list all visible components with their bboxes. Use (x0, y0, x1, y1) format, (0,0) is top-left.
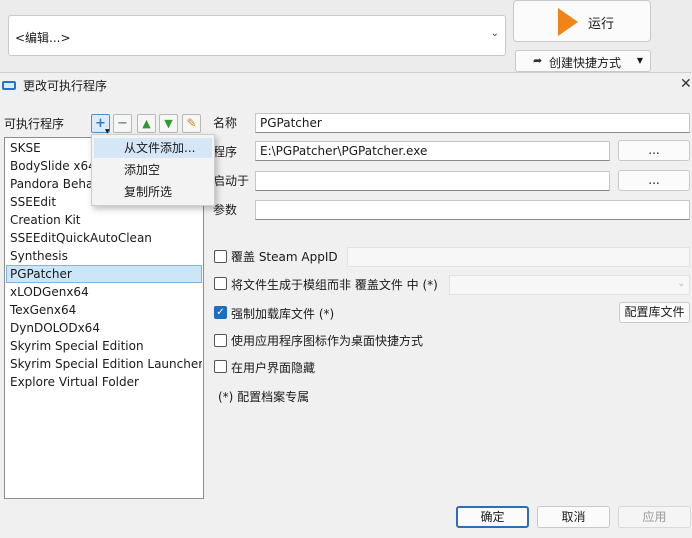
list-item-selected[interactable]: PGPatcher (6, 265, 202, 283)
dropdown-arrow-icon[interactable]: ▼ (637, 56, 643, 65)
broom-icon: ✎ (186, 116, 197, 130)
checkmark-icon: ✓ (216, 307, 225, 318)
configure-libraries-button[interactable]: 配置库文件 (619, 302, 690, 323)
list-item[interactable]: Skyrim Special Edition Launcher (6, 355, 202, 373)
binary-input[interactable]: E:\PGPatcher\PGPatcher.exe (255, 141, 610, 161)
shortcut-arrow-icon: ➦ (533, 54, 543, 67)
cancel-button[interactable]: 取消 (537, 506, 610, 528)
start-in-label: 启动于 (213, 174, 250, 188)
close-icon[interactable]: ✕ (680, 76, 692, 92)
move-up-button[interactable]: ▲ (137, 114, 156, 133)
chevron-down-icon: ⌄ (490, 28, 499, 39)
remove-button[interactable]: − (113, 114, 132, 133)
force-load-libraries-checkbox[interactable]: ✓ (214, 306, 227, 319)
hide-in-ui-label: 在用户界面隐藏 (231, 361, 316, 375)
menu-item-clone-selected[interactable]: 复制所选 (94, 182, 212, 202)
browse-start-in-button[interactable]: ... (618, 170, 690, 191)
browse-binary-button[interactable]: ... (618, 140, 690, 161)
binary-label: 程序 (213, 145, 238, 159)
executable-select-value: <编辑...> (15, 31, 71, 45)
title-input[interactable]: PGPatcher (255, 113, 690, 133)
list-item[interactable]: Synthesis (6, 247, 202, 265)
create-files-in-mod-checkbox[interactable] (214, 277, 227, 290)
move-down-button[interactable]: ▼ (159, 114, 178, 133)
apply-button[interactable]: 应用 (618, 506, 691, 528)
play-icon (558, 8, 578, 36)
use-app-icon-label: 使用应用程序图标作为桌面快捷方式 (231, 334, 424, 348)
list-item[interactable]: TexGenx64 (6, 301, 202, 319)
steam-appid-label: 覆盖 Steam AppID (231, 250, 338, 264)
menu-item-add-empty[interactable]: 添加空 (94, 160, 212, 180)
create-shortcut-button[interactable]: ➦ 创建快捷方式 ▼ (515, 50, 651, 72)
list-item[interactable]: Creation Kit (6, 211, 202, 229)
run-button[interactable]: 运行 (513, 0, 651, 42)
window-icon (2, 81, 16, 90)
title-label: 名称 (213, 116, 238, 130)
arguments-label: 参数 (213, 203, 238, 217)
create-shortcut-label: 创建快捷方式 (549, 56, 622, 70)
start-in-input[interactable] (255, 171, 610, 191)
arrow-up-icon: ▲ (142, 117, 151, 130)
hide-in-ui-checkbox[interactable] (214, 360, 227, 373)
list-item[interactable]: DynDOLODx64 (6, 319, 202, 337)
steam-appid-input[interactable] (347, 247, 690, 267)
executable-select[interactable]: <编辑...> ⌄ (8, 15, 506, 56)
clean-button[interactable]: ✎ (182, 114, 201, 133)
executables-label: 可执行程序 (4, 117, 65, 131)
minus-icon: − (117, 116, 128, 131)
arguments-input[interactable] (255, 200, 690, 220)
chevron-down-icon: ⌄ (677, 279, 685, 289)
run-button-label: 运行 (588, 17, 615, 32)
dialog-title: 更改可执行程序 (23, 79, 108, 93)
ok-button[interactable]: 确定 (456, 506, 529, 528)
arrow-down-icon: ▼ (164, 117, 173, 130)
add-context-menu: 从文件添加... 添加空 复制所选 (91, 134, 215, 206)
menu-item-add-from-file[interactable]: 从文件添加... (94, 138, 212, 158)
force-load-libraries-label: 强制加载库文件 (*) (231, 307, 335, 321)
create-files-in-mod-label: 将文件生成于模组而非 覆盖文件 中 (*) (231, 278, 438, 292)
list-item[interactable]: SSEEditQuickAutoClean (6, 229, 202, 247)
list-item[interactable]: xLODGenx64 (6, 283, 202, 301)
steam-appid-checkbox[interactable] (214, 250, 227, 263)
list-item[interactable]: Skyrim Special Edition (6, 337, 202, 355)
use-app-icon-checkbox[interactable] (214, 334, 227, 347)
list-item[interactable]: Explore Virtual Folder (6, 373, 202, 391)
mod-select[interactable]: ⌄ (449, 275, 690, 295)
profile-specific-note: (*) 配置档案专属 (218, 390, 310, 404)
